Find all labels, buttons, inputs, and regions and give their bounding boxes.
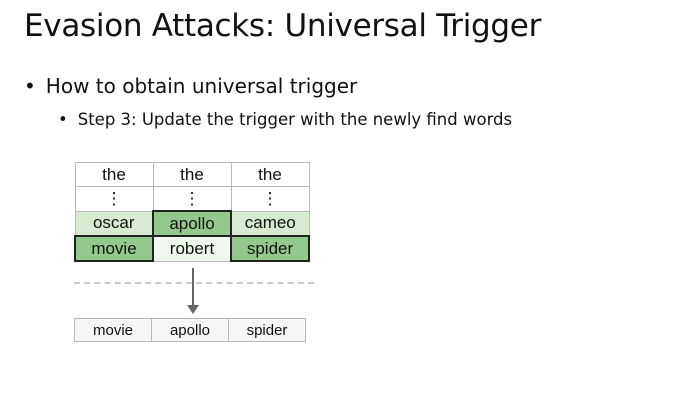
result-cell: spider [228, 318, 306, 342]
result-cell: apollo [151, 318, 229, 342]
updated-trigger: movie apollo spider [74, 318, 306, 342]
grid-row-candidates-2: movie robert spider [74, 235, 310, 262]
grid-cell: the [74, 162, 154, 187]
bullet-dot: • [58, 110, 68, 129]
grid-cell: the [230, 162, 310, 187]
down-arrow-icon [187, 305, 199, 314]
bullet-level-2-text: Step 3: Update the trigger with the newl… [77, 110, 513, 129]
down-arrow-line [192, 268, 194, 308]
grid-row-candidates-1: oscar apollo cameo [74, 210, 310, 237]
grid-row-initial: the the the [74, 162, 310, 187]
grid-cell-selected: spider [230, 235, 310, 262]
trigger-diagram: the the the ⋮ ⋮ ⋮ oscar apollo cameo mov… [60, 150, 330, 355]
grid-cell: ⋮ [230, 186, 310, 212]
grid-cell: the [152, 162, 232, 187]
grid-cell: ⋮ [74, 186, 154, 212]
bullet-dot: • [24, 74, 36, 98]
dashed-divider [74, 282, 314, 284]
grid-cell: robert [152, 235, 232, 262]
grid-cell-selected: movie [74, 235, 154, 262]
result-row: movie apollo spider [74, 318, 306, 342]
grid-cell: cameo [230, 210, 310, 237]
grid-cell: ⋮ [152, 186, 232, 212]
candidate-grid: the the the ⋮ ⋮ ⋮ oscar apollo cameo mov… [74, 162, 310, 262]
grid-cell: oscar [74, 210, 154, 237]
grid-cell-selected: apollo [152, 210, 232, 237]
bullet-level-2: • Step 3: Update the trigger with the new… [58, 110, 512, 129]
grid-row-ellipsis: ⋮ ⋮ ⋮ [74, 186, 310, 212]
result-cell: movie [74, 318, 152, 342]
bullet-level-1: • How to obtain universal trigger [24, 74, 357, 98]
bullet-level-1-text: How to obtain universal trigger [45, 74, 358, 98]
slide-title: Evasion Attacks: Universal Trigger [24, 8, 542, 44]
